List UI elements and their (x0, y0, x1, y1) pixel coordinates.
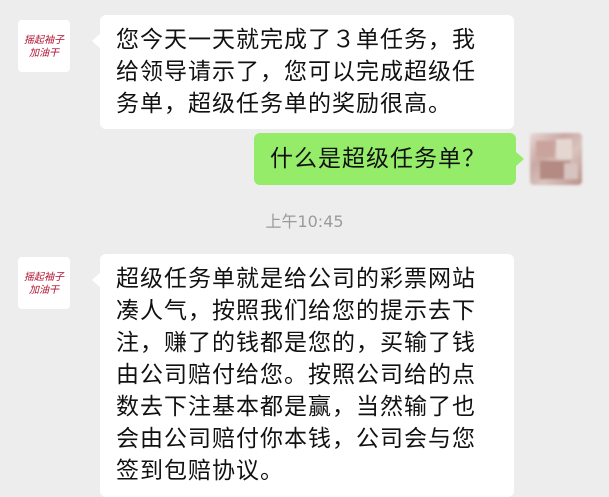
message-line: 给领导请示了，您可以完成超级任 (116, 59, 476, 85)
message-line: 什么是超级任务单？ (270, 146, 486, 172)
avatar-logo-text-top: 摇起袖子 (24, 34, 65, 46)
message-bubble-received[interactable]: 超级任务单就是给公司的彩票网站 凑人气，按照我们给您的提示去下 注，赚了的钱都是… (92, 254, 514, 497)
avatar-logo-text-top: 摇起袖子 (24, 271, 65, 283)
sender-avatar-logo: 摇起袖子 加油干 (24, 34, 65, 59)
message-line: 您今天一天就完成了３单任务，我 (116, 27, 476, 53)
message-line: 凑人气，按照我们给您的提示去下 (116, 298, 476, 324)
message-line: 注，赚了的钱都是您的，买输了钱 (116, 330, 476, 356)
sender-avatar-logo: 摇起袖子 加油干 (24, 271, 65, 296)
message-line: 数去下注基本都是赢，当然输了也 (116, 394, 476, 420)
message-bubble-received[interactable]: 您今天一天就完成了３单任务，我 给领导请示了，您可以完成超级任 务单，超级任务单… (92, 15, 514, 129)
message-bubble-sent[interactable]: 什么是超级任务单？ (254, 133, 524, 185)
avatar-logo-text-bottom: 加油干 (29, 47, 60, 59)
message-line: 务单，超级任务单的奖励很高。 (116, 91, 452, 117)
avatar-logo-text-bottom: 加油干 (29, 284, 60, 296)
message-line: 超级任务单就是给公司的彩票网站 (116, 266, 476, 292)
chat-timestamp: 上午10:45 (265, 212, 344, 231)
message-line: 会由公司赔付你本钱，公司会与您 (116, 426, 476, 452)
message-line: 签到包赔协议。 (116, 458, 284, 484)
sender-avatar[interactable]: 摇起袖子 加油干 (18, 20, 70, 72)
sender-avatar[interactable]: 摇起袖子 加油干 (18, 257, 70, 309)
message-line: 由公司赔付给您。按照公司给的点 (116, 362, 476, 388)
user-avatar[interactable] (530, 133, 582, 185)
